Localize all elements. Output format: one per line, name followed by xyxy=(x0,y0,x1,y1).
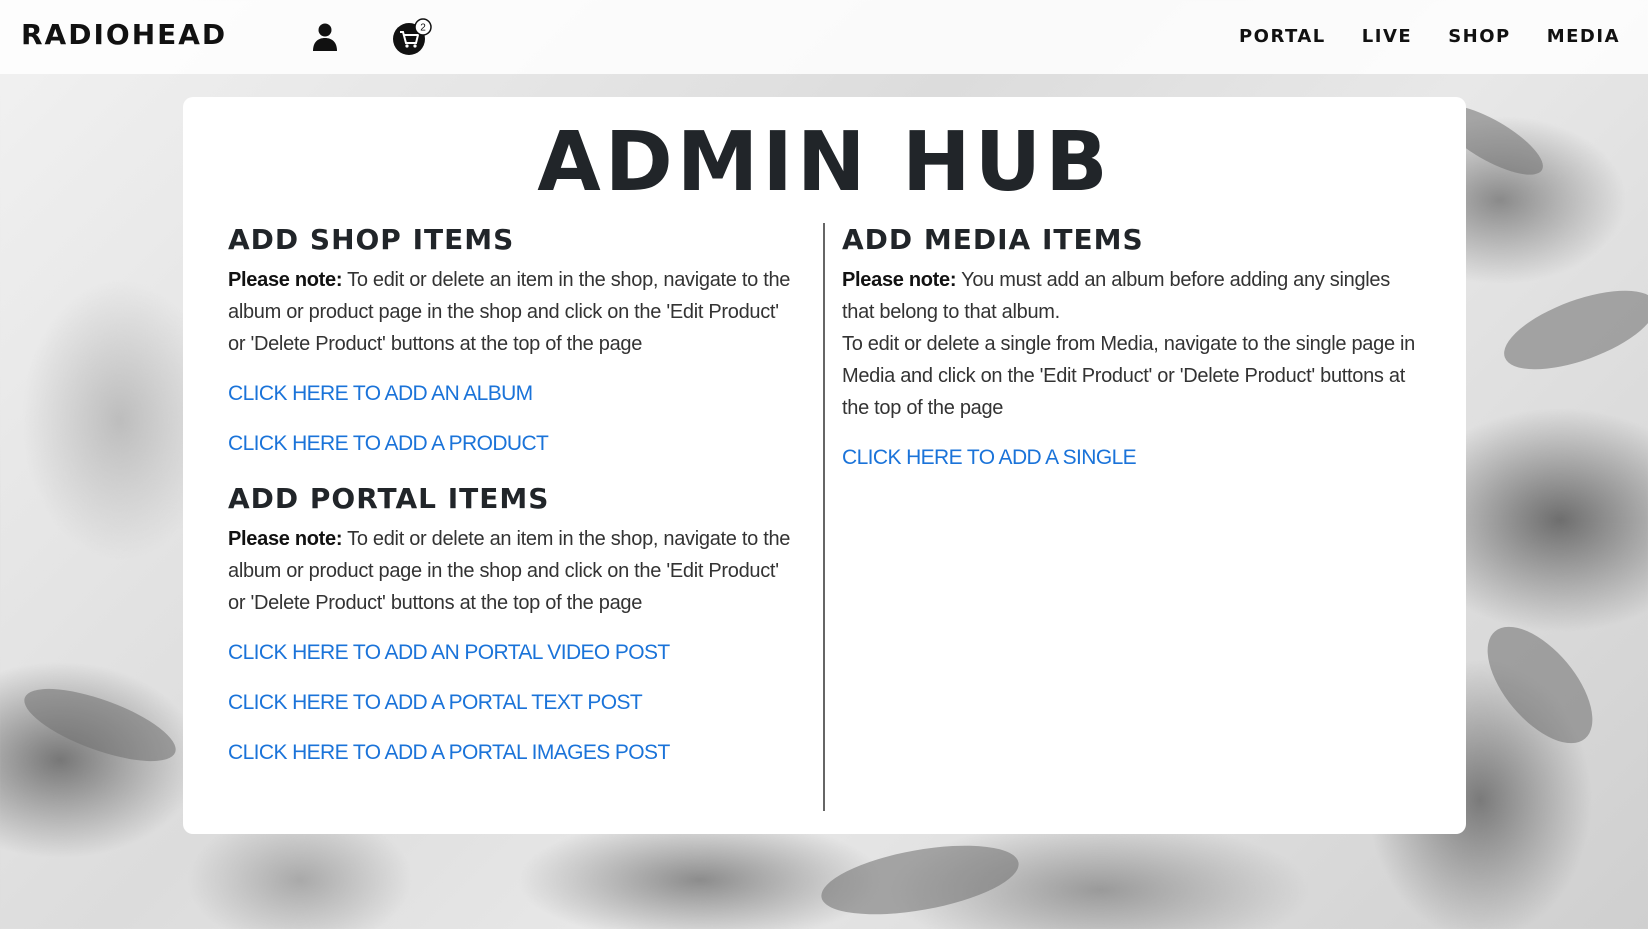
shop-note-label: Please note: xyxy=(228,269,343,291)
portal-note: Please note: To edit or delete an item i… xyxy=(228,523,798,619)
add-single-link[interactable]: CLICK HERE TO ADD A SINGLE xyxy=(842,442,1427,474)
admin-hub-card: ADMIN HUB ADD SHOP ITEMS Please note: To… xyxy=(183,97,1466,834)
add-product-link[interactable]: CLICK HERE TO ADD A PRODUCT xyxy=(228,428,798,460)
shop-section-heading: ADD SHOP ITEMS xyxy=(228,223,515,256)
column-divider xyxy=(823,223,825,811)
nav-link-portal[interactable]: PORTAL xyxy=(1239,26,1326,47)
nav-links: PORTAL LIVE SHOP MEDIA xyxy=(1239,26,1620,47)
media-note: Please note: You must add an album befor… xyxy=(842,264,1427,328)
top-navbar: RADIOHEAD 2 PORTAL LIVE SHOP MEDIA xyxy=(0,0,1648,74)
background-marble xyxy=(816,833,1024,927)
nav-link-live[interactable]: LIVE xyxy=(1362,26,1412,47)
left-column: ADD SHOP ITEMS Please note: To edit or d… xyxy=(228,223,798,769)
page-title: ADMIN HUB xyxy=(537,115,1112,210)
media-note-label: Please note: xyxy=(842,269,957,291)
portal-note-label: Please note: xyxy=(228,528,343,550)
portal-section-heading: ADD PORTAL ITEMS xyxy=(228,482,550,515)
nav-link-shop[interactable]: SHOP xyxy=(1448,26,1511,47)
media-note-2: To edit or delete a single from Media, n… xyxy=(842,333,1416,419)
background-marble xyxy=(1468,608,1612,762)
cart-count-badge: 2 xyxy=(420,23,426,34)
add-album-link[interactable]: CLICK HERE TO ADD AN ALBUM xyxy=(228,378,798,410)
right-column: ADD MEDIA ITEMS Please note: You must ad… xyxy=(842,223,1427,474)
cart-icon[interactable]: 2 xyxy=(392,18,432,56)
user-icon[interactable] xyxy=(312,23,338,51)
nav-link-media[interactable]: MEDIA xyxy=(1547,26,1620,47)
shop-note: Please note: To edit or delete an item i… xyxy=(228,264,798,360)
add-portal-text-post-link[interactable]: CLICK HERE TO ADD A PORTAL TEXT POST xyxy=(228,687,798,719)
add-portal-images-post-link[interactable]: CLICK HERE TO ADD A PORTAL IMAGES POST xyxy=(228,737,798,769)
background-marble xyxy=(16,674,184,776)
add-portal-video-post-link[interactable]: CLICK HERE TO ADD AN PORTAL VIDEO POST xyxy=(228,637,798,669)
brand-logo[interactable]: RADIOHEAD xyxy=(21,18,227,51)
background-marble xyxy=(1494,274,1648,386)
media-section-heading: ADD MEDIA ITEMS xyxy=(842,223,1144,256)
